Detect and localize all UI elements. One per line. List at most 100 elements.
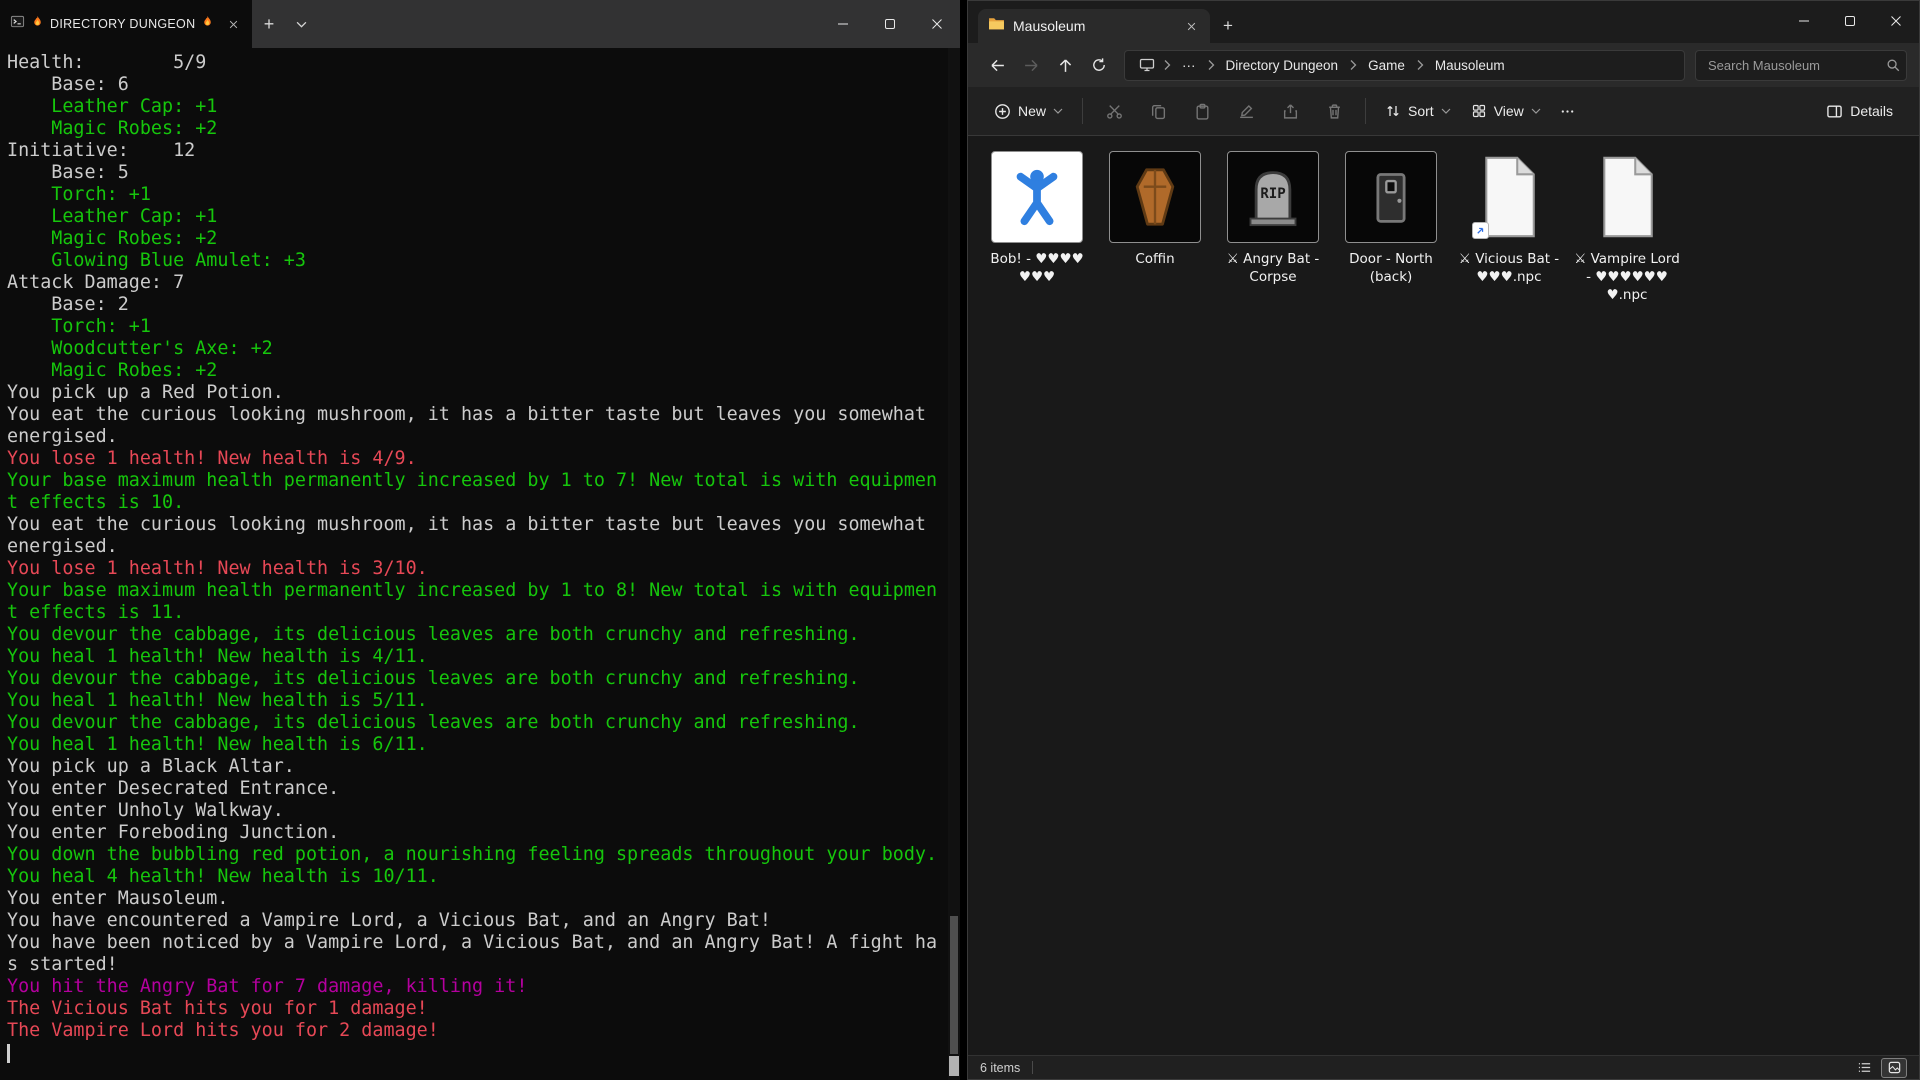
flame-icon (201, 14, 214, 34)
details-button-label: Details (1850, 103, 1893, 119)
file-item-coffin[interactable]: Coffin (1099, 148, 1211, 304)
breadcrumb-segment[interactable]: Mausoleum (1428, 55, 1512, 76)
terminal-line: Base: 5 (7, 162, 948, 184)
terminal-line: You pick up a Red Potion. (7, 382, 948, 404)
details-view-toggle[interactable] (1851, 1058, 1877, 1078)
more-options-button[interactable] (1551, 93, 1585, 129)
search-input[interactable] (1706, 57, 1886, 74)
file-label: ⚔ Vampire Lord- ♥♥♥♥♥♥♥.npc (1574, 250, 1680, 304)
file-item-bob[interactable]: Bob! - ♥♥♥♥♥♥♥ (981, 148, 1093, 304)
explorer-window: Mausoleum + (967, 0, 1920, 1080)
terminal-line: The Vicious Bat hits you for 1 damage! (7, 998, 948, 1020)
close-button[interactable] (913, 0, 960, 48)
file-label-line: ♥♥♥.npc (1459, 268, 1559, 286)
breadcrumb-segment[interactable]: Directory Dungeon (1219, 55, 1346, 76)
details-pane-button[interactable]: Details (1816, 96, 1903, 127)
search-box[interactable] (1695, 50, 1907, 81)
breadcrumb-chevron-icon[interactable] (1205, 59, 1217, 71)
copy-button[interactable] (1136, 93, 1180, 129)
file-label-line: Bob! - ♥♥♥♥ (990, 250, 1083, 268)
back-button[interactable] (980, 48, 1014, 82)
terminal-line: You hit the Angry Bat for 7 damage, kill… (7, 976, 948, 998)
file-icon (1474, 153, 1544, 241)
terminal-line: You heal 1 health! New health is 5/11. (7, 690, 948, 712)
explorer-window-controls (1781, 1, 1919, 41)
terminal-line: You enter Desecrated Entrance. (7, 778, 948, 800)
terminal-line: You pick up a Black Altar. (7, 756, 948, 778)
flame-icon (31, 14, 44, 34)
file-label-line: ⚔ Vampire Lord (1574, 250, 1680, 268)
explorer-tab-title: Mausoleum (1013, 18, 1085, 34)
coffin-icon (1125, 167, 1185, 227)
refresh-button[interactable] (1082, 48, 1116, 82)
file-list-area[interactable]: Bob! - ♥♥♥♥♥♥♥ Coffin RIP ⚔ Angry Bat -C… (968, 136, 1919, 1055)
person-icon (1006, 166, 1068, 228)
terminal-line: Base: 6 (7, 74, 948, 96)
scrollbar-grip[interactable] (949, 1056, 959, 1076)
file-item-door-north[interactable]: Door - North(back) (1335, 148, 1447, 304)
icons-view-toggle[interactable] (1881, 1058, 1907, 1078)
tab-dropdown-button[interactable] (286, 0, 316, 48)
terminal-line: t effects is 10. (7, 492, 948, 514)
view-button[interactable]: View (1461, 96, 1551, 126)
sort-button[interactable]: Sort (1375, 96, 1461, 126)
explorer-tab[interactable]: Mausoleum (978, 9, 1210, 43)
terminal-line: You lose 1 health! New health is 4/9. (7, 448, 948, 470)
toolbar-divider (1082, 98, 1083, 124)
minimize-button[interactable] (1781, 1, 1827, 41)
file-label-line: Corpse (1227, 268, 1320, 286)
file-label-line: ♥.npc (1574, 286, 1680, 304)
terminal-scrollbar[interactable] (948, 48, 960, 1080)
terminal-line: Your base maximum health permanently inc… (7, 580, 948, 602)
file-label: ⚔ Angry Bat -Corpse (1227, 250, 1320, 286)
paste-button[interactable] (1180, 93, 1224, 129)
thumbnail-frame: RIP (1227, 151, 1319, 243)
terminal-line: t effects is 11. (7, 602, 948, 624)
this-pc-icon[interactable] (1135, 57, 1159, 73)
address-bar[interactable]: ··· Directory Dungeon Game Mausoleum (1124, 50, 1685, 81)
breadcrumb-chevron-icon[interactable] (1414, 59, 1426, 71)
tab-close-icon[interactable] (1182, 17, 1200, 35)
thumbnail-frame (991, 151, 1083, 243)
explorer-commandbar: New (968, 87, 1919, 136)
terminal-line: Glowing Blue Amulet: +3 (7, 250, 948, 272)
tab-close-icon[interactable] (224, 15, 242, 33)
terminal-line: You have been noticed by a Vampire Lord,… (7, 932, 948, 954)
terminal-tab[interactable]: DIRECTORY DUNGEON (0, 0, 252, 48)
breadcrumb-segment[interactable]: Game (1361, 55, 1412, 76)
new-tab-button[interactable]: + (252, 0, 286, 48)
status-divider (1032, 1061, 1033, 1074)
forward-button[interactable] (1014, 48, 1048, 82)
toolbar-divider (1365, 98, 1366, 124)
terminal-line: Your base maximum health permanently inc… (7, 470, 948, 492)
delete-button[interactable] (1312, 93, 1356, 129)
breadcrumb-chevron-icon[interactable] (1161, 59, 1173, 71)
close-button[interactable] (1873, 1, 1919, 41)
terminal-line: Base: 2 (7, 294, 948, 316)
cmd-icon (10, 14, 25, 34)
maximize-button[interactable] (866, 0, 913, 48)
file-label-line: - ♥♥♥♥♥♥ (1574, 268, 1680, 286)
terminal-line: You enter Mausoleum. (7, 888, 948, 910)
up-button[interactable] (1048, 48, 1082, 82)
share-button[interactable] (1268, 93, 1312, 129)
breadcrumb-overflow[interactable]: ··· (1175, 55, 1203, 76)
file-item-vampire-lord[interactable]: ⚔ Vampire Lord- ♥♥♥♥♥♥♥.npc (1571, 148, 1683, 304)
new-button[interactable]: New (984, 96, 1073, 127)
terminal-line: energised. (7, 536, 948, 558)
new-tab-button[interactable]: + (1210, 9, 1246, 43)
terminal-line: Leather Cap: +1 (7, 206, 948, 228)
file-label: Door - North(back) (1349, 250, 1433, 286)
terminal-titlebar: DIRECTORY DUNGEON + (0, 0, 960, 48)
terminal-line: You lose 1 health! New health is 3/10. (7, 558, 948, 580)
scrollbar-thumb[interactable] (950, 916, 958, 1054)
cut-button[interactable] (1092, 93, 1136, 129)
file-item-angry-bat-corpse[interactable]: RIP ⚔ Angry Bat -Corpse (1217, 148, 1329, 304)
terminal-screen[interactable]: Health: 5/9 Base: 6 Leather Cap: +1 Magi… (0, 48, 948, 1080)
minimize-button[interactable] (819, 0, 866, 48)
file-item-vicious-bat[interactable]: ⚔ Vicious Bat -♥♥♥.npc (1453, 148, 1565, 304)
rename-button[interactable] (1224, 93, 1268, 129)
terminal-line: You devour the cabbage, its delicious le… (7, 712, 948, 734)
breadcrumb-chevron-icon[interactable] (1347, 59, 1359, 71)
maximize-button[interactable] (1827, 1, 1873, 41)
